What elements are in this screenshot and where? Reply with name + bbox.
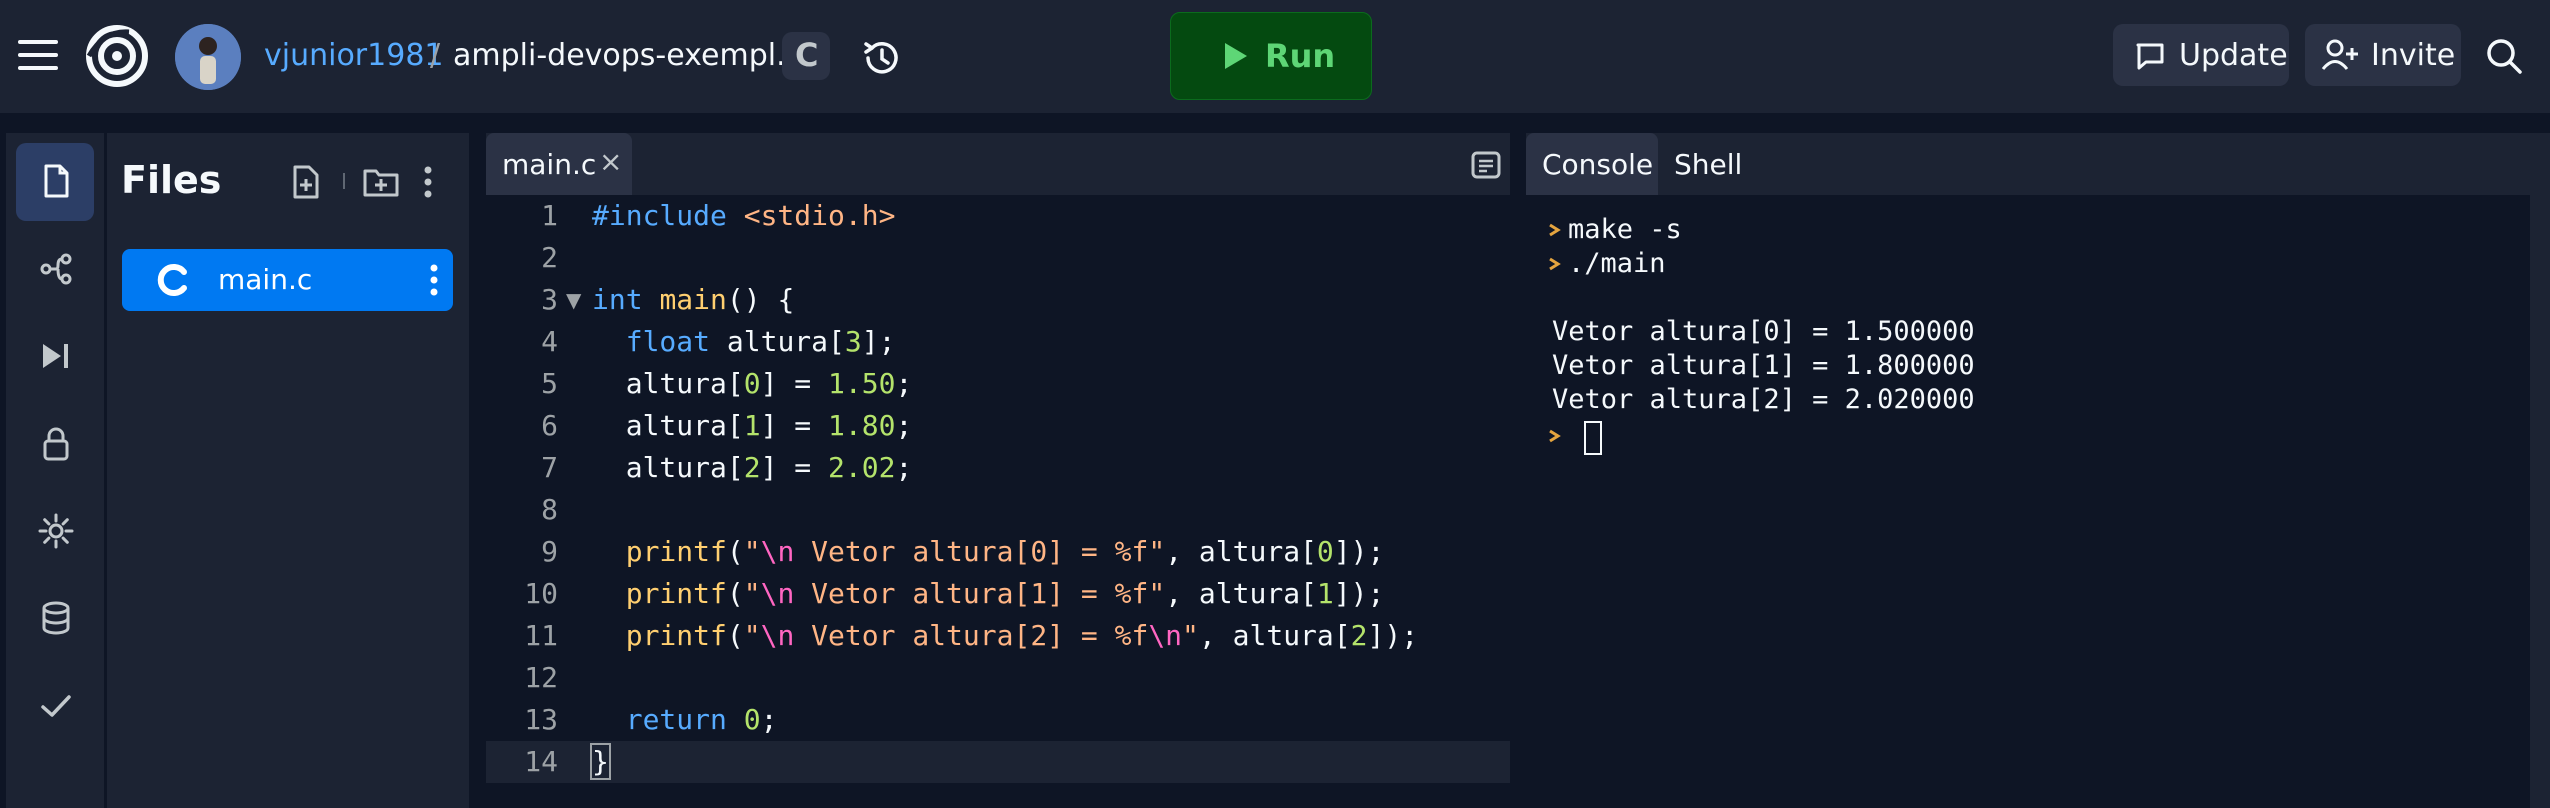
editor-panel: main.c × 1 #include <stdio.h> 2 3 ▼ int … [486,133,1510,808]
code-line: 10 printf("\n Vetor altura[1] = %f", alt… [524,577,1385,610]
code-line: 6 altura[1] = 1.80; [541,409,913,442]
c-language-icon: C [795,36,819,74]
add-user-icon [2321,39,2358,70]
code-line: 9 printf("\n Vetor altura[0] = %f", altu… [541,535,1385,568]
more-options-icon[interactable] [423,165,433,199]
gear-icon[interactable] [38,513,74,549]
run-label: Run [1265,37,1336,75]
console-command: make -s [1568,214,1682,245]
search-icon[interactable] [2485,37,2523,75]
tool-rail [6,133,104,808]
code-line: 2 [541,241,558,274]
terminal-cursor [1584,421,1602,455]
code-line: 12 [524,661,558,694]
prompt-chevron-icon [1549,257,1561,271]
file-menu-icon[interactable] [429,263,439,297]
username-link[interactable]: vjunior1981 [264,38,444,73]
new-folder-icon[interactable] [363,167,399,197]
console-output-line: Vetor altura[0] = 1.500000 [1552,316,1975,347]
console-command: ./main [1568,248,1666,279]
update-button[interactable]: Update [2113,24,2289,86]
console-output[interactable]: make -s ./main Vetor altura[0] = 1.50000… [1526,195,2530,808]
replit-logo-icon[interactable] [84,20,150,92]
file-name: main.c [218,263,313,296]
language-badge[interactable]: C [782,32,830,80]
console-panel: Console Shell make -s ./main Vetor altur… [1526,133,2550,808]
avatar[interactable] [175,24,241,90]
tab-main-c[interactable]: main.c × [486,133,632,195]
editor-options-icon[interactable] [1471,151,1501,179]
tab-console[interactable]: Console [1526,133,1658,195]
code-line: 3 ▼ int main() { [486,279,1510,321]
prompt-chevron-icon [1549,429,1561,443]
close-icon[interactable]: × [599,145,622,178]
code-line: 7 altura[2] = 2.02; [541,451,913,484]
chat-bubble-icon [2136,43,2164,70]
fold-chevron-icon[interactable]: ▼ [566,279,581,321]
new-file-icon[interactable] [291,165,321,199]
files-panel: Files main.c [107,133,469,808]
database-icon[interactable] [38,600,74,636]
code-line: 11 printf("\n Vetor altura[2] = %f\n", a… [524,619,1419,652]
repl-name[interactable]: ampli-devops-exempl... [453,38,805,73]
tab-shell-label: Shell [1674,148,1743,181]
breadcrumb-separator: / [430,38,441,73]
code-line: 8 [541,493,558,526]
code-line: 1 #include <stdio.h> [541,199,896,232]
code-editor[interactable]: 1 #include <stdio.h> 2 3 ▼ int main() { … [486,195,1510,808]
prompt-chevron-icon [1549,223,1561,237]
menu-icon[interactable] [18,40,58,74]
console-output-line: Vetor altura[1] = 1.800000 [1552,350,1975,381]
update-label: Update [2179,38,2288,73]
tab-shell[interactable]: Shell [1662,133,1772,195]
tab-console-label: Console [1542,148,1654,181]
file-icon[interactable] [38,163,74,199]
play-icon [1225,43,1247,69]
file-item-main-c[interactable]: main.c [122,249,453,311]
top-bar: vjunior1981 / ampli-devops-exempl... C R… [0,0,2550,115]
check-icon[interactable] [38,688,74,724]
code-line-current: 14 } [486,741,1510,783]
lock-icon[interactable] [38,426,74,462]
code-line: 13 return 0; [524,703,778,736]
run-button[interactable]: Run [1170,12,1372,100]
code-line: 5 altura[0] = 1.50; [541,367,913,400]
run-step-icon[interactable] [38,338,74,374]
invite-label: Invite [2371,38,2456,73]
c-language-icon [157,264,187,296]
code-line: 4 float altura[3]; [541,325,896,358]
files-title: Files [121,158,222,202]
history-icon[interactable] [860,36,904,80]
git-branch-icon[interactable] [38,251,74,287]
console-output-line: Vetor altura[2] = 2.020000 [1552,384,1975,415]
invite-button[interactable]: Invite [2305,24,2461,86]
tab-label: main.c [502,148,597,181]
toolbar-divider [343,173,345,189]
